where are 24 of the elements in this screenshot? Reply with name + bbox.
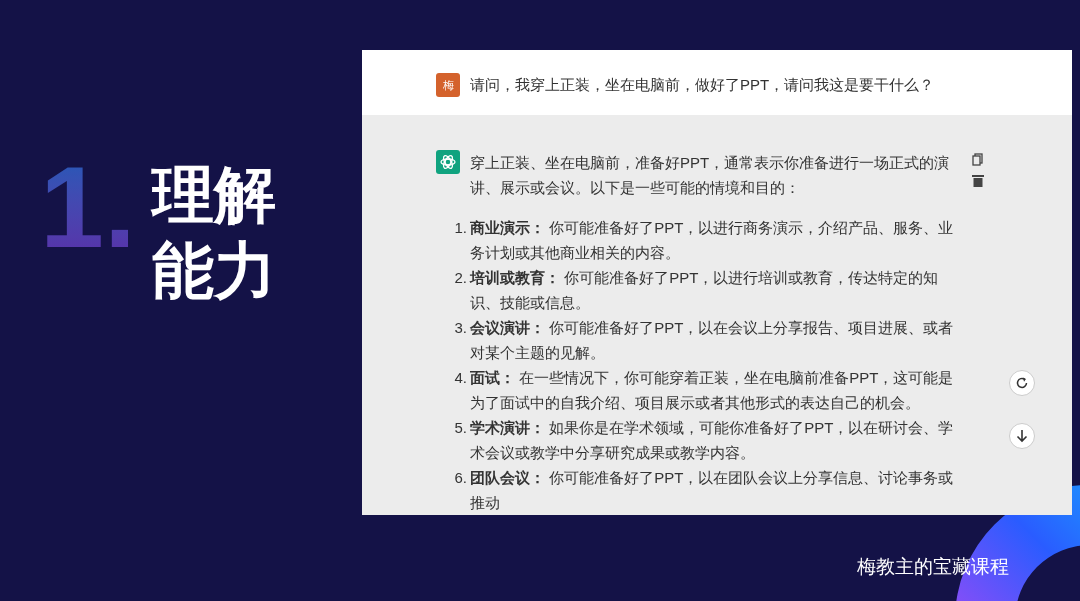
copy-icon[interactable] — [972, 153, 984, 166]
user-message: 请问，我穿上正装，坐在电脑前，做好了PPT，请问我这是要干什么？ — [470, 75, 935, 95]
list-number: 2. — [454, 268, 468, 288]
refresh-icon — [1015, 376, 1029, 390]
list-number: 5. — [454, 418, 468, 438]
list-number: 6. — [454, 468, 468, 488]
list-number: 4. — [454, 368, 468, 388]
scroll-down-button[interactable] — [1009, 423, 1035, 449]
list-number: 1. — [454, 218, 468, 238]
list-item-text: 培训或教育： 你可能准备好了PPT，以进行培训或教育，传达特定的知识、技能或信息。 — [470, 268, 940, 313]
assistant-logo-icon — [436, 150, 460, 174]
list-item-text: 团队会议： 你可能准备好了PPT，以在团队会议上分享信息、讨论事务或推动 — [470, 468, 955, 513]
regenerate-button[interactable] — [1009, 370, 1035, 396]
arrow-down-icon — [1016, 429, 1028, 443]
list-number: 3. — [454, 318, 468, 338]
assistant-intro: 穿上正装、坐在电脑前，准备好PPT，通常表示你准备进行一场正式的演讲、展示或会议。以下是一些可能的情境和目的： — [470, 153, 951, 198]
list-item-text: 面试： 在一些情况下，你可能穿着正装，坐在电脑前准备PPT，这可能是为了面试中的自我介绍、项目展示或者其他形式的表达自己的机会。 — [470, 368, 955, 413]
slide-title-line: 理解 — [152, 160, 276, 230]
list-item-text: 商业演示： 你可能准备好了PPT，以进行商务演示，介绍产品、服务、业务计划或其他商业相关的内容。 — [470, 218, 955, 263]
user-avatar: 梅 — [436, 73, 460, 97]
list-item-text: 学术演讲： 如果你是在学术领域，可能你准备好了PPT，以在研讨会、学术会议或教学中分享研究成果或教学内容。 — [470, 418, 955, 463]
list-item-text: 会议演讲： 你可能准备好了PPT，以在会议上分享报告、项目进展、或者对某个主题的见解。 — [470, 318, 955, 363]
slide-title-line: 能力 — [152, 236, 276, 306]
trash-icon[interactable] — [972, 174, 984, 187]
